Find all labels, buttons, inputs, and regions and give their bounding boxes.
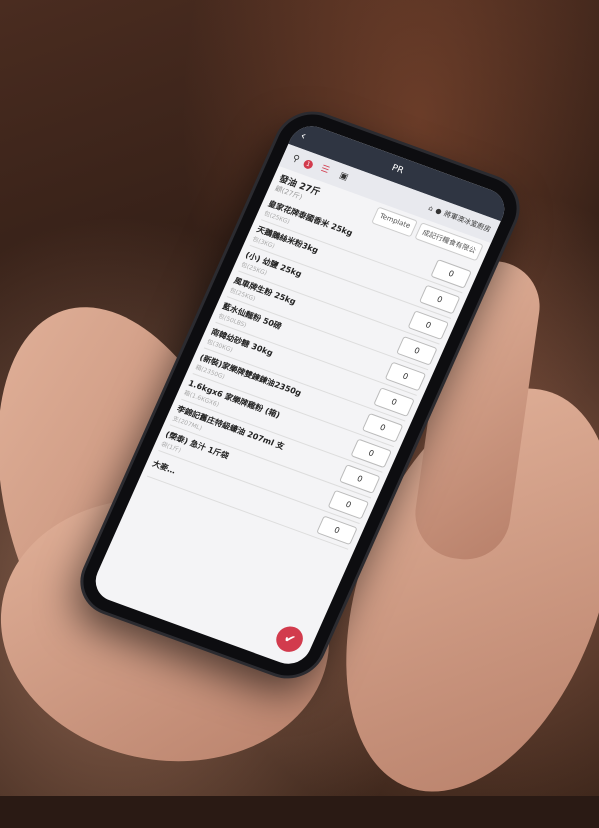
image-view-icon[interactable]: ▣ — [335, 169, 353, 185]
check-icon: ✔ — [281, 630, 298, 648]
home-icon: ⌂ — [427, 204, 435, 213]
page-title: PR — [389, 163, 405, 177]
filter-icon[interactable]: ⚲ — [287, 151, 305, 167]
submit-button[interactable]: ✔ — [272, 622, 308, 656]
location-icon: ● — [434, 206, 444, 217]
item-name: 大麥… — [150, 459, 178, 476]
filter-badge: 1 — [302, 158, 315, 170]
back-button[interactable]: ‹ — [298, 128, 308, 142]
list-view-icon[interactable]: ☰ — [316, 162, 334, 178]
